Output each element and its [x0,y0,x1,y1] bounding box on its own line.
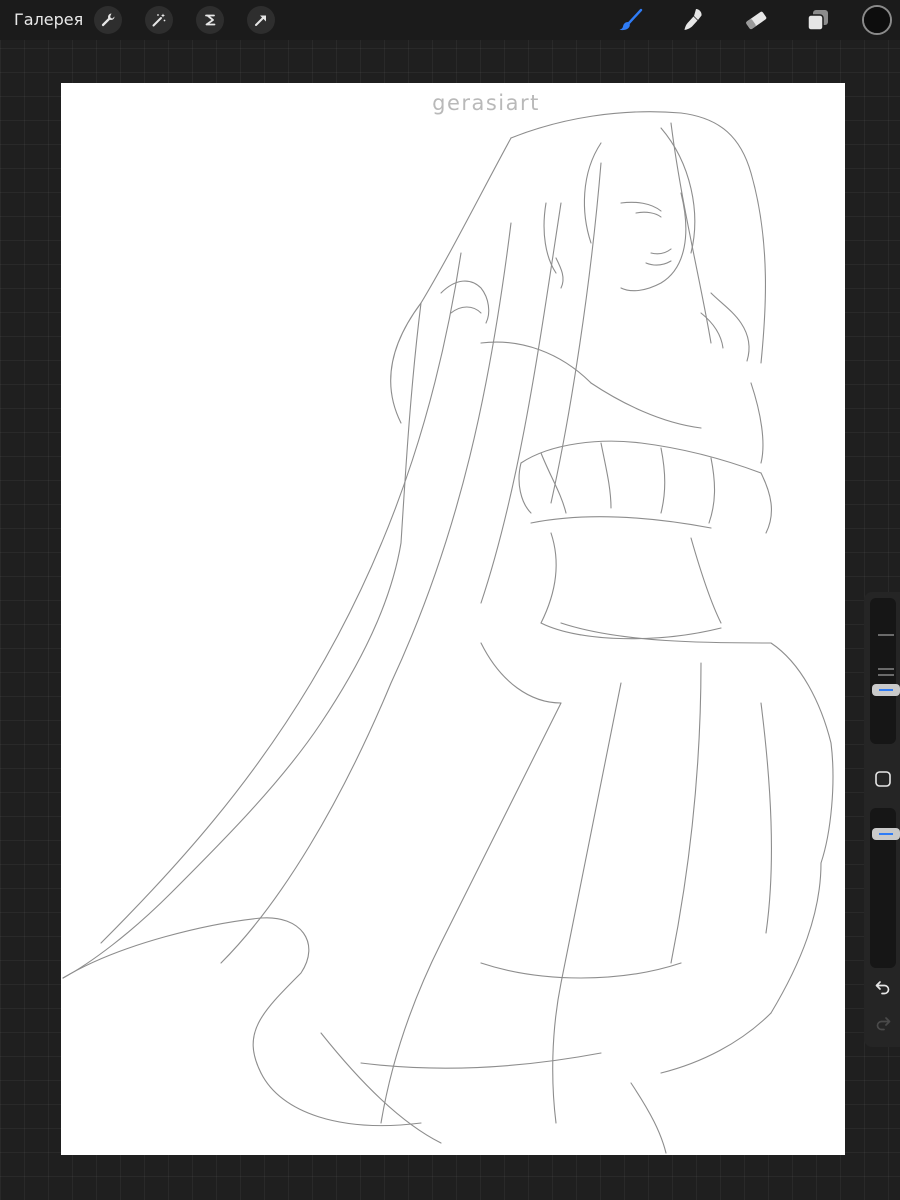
undo-icon [875,981,890,995]
transform-arrow-icon [255,15,266,26]
selection-icon [205,14,216,26]
adjustments-button[interactable] [145,6,173,34]
size-tick [878,634,894,636]
gallery-button[interactable]: Галерея [14,9,83,31]
side-toolbar [864,592,900,1047]
modify-button[interactable] [870,766,896,792]
redo-button[interactable] [870,1010,896,1036]
top-toolbar: Галерея [0,0,900,40]
color-picker-button[interactable] [862,5,892,35]
square-modify-icon [875,771,891,787]
brush-icon [619,8,643,31]
opacity-thumb[interactable] [872,828,900,840]
layers-icon [807,10,828,31]
transform-button[interactable] [247,6,275,34]
redo-icon [876,1017,891,1031]
smudge-icon [684,9,702,30]
current-color-swatch [864,7,890,33]
magic-wand-icon [152,13,166,27]
brush-size-slider[interactable] [870,598,900,744]
watermark-text: gerasiart [432,91,540,115]
opacity-slider[interactable] [870,808,900,968]
eraser-icon [746,11,767,30]
selection-button[interactable] [196,6,224,34]
paint-tool-button[interactable] [616,5,646,35]
layers-button[interactable] [803,5,833,35]
undo-button[interactable] [870,974,896,1000]
size-tick [878,668,894,670]
size-tick [878,674,894,676]
smudge-tool-button[interactable] [679,5,709,35]
actions-button[interactable] [94,6,122,34]
eraser-tool-button[interactable] [741,5,771,35]
drawing-canvas[interactable]: gerasiart [61,83,845,1155]
sketch-artwork [62,111,834,1154]
brush-size-thumb[interactable] [872,684,900,696]
wrench-icon [101,13,115,27]
